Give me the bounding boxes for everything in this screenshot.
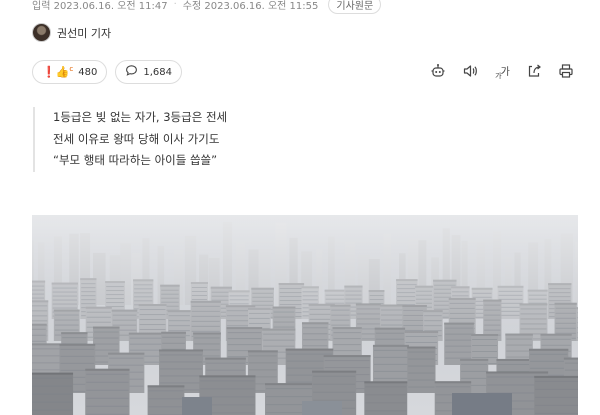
subtitle-line: 전세 이유로 왕따 당해 이사 가기도: [53, 131, 220, 146]
share-icon: [526, 63, 542, 82]
article-meta: 입력 2023.06.16. 오전 11:47 · 수정 2023.06.16.…: [32, 0, 382, 14]
speaker-icon: [462, 63, 478, 82]
comment-button[interactable]: 1,684: [115, 60, 182, 84]
audio-button[interactable]: [460, 62, 480, 82]
article-subtitle: 1등급은 빚 없는 자가, 3등급은 전세 전세 이유로 왕따 당해 이사 가기…: [33, 107, 227, 172]
published-date: 입력 2023.06.16. 오전 11:47: [32, 0, 168, 12]
font-size-button[interactable]: 가가: [492, 62, 512, 82]
reaction-emoji-icon: ❗👍c: [42, 65, 74, 79]
summary-robot-icon: [430, 63, 446, 82]
apartment-complex-photo: [32, 215, 578, 415]
original-article-button[interactable]: 기사원문: [328, 0, 382, 14]
summary-button[interactable]: [428, 62, 448, 82]
print-icon: [558, 63, 574, 82]
reporter-name[interactable]: 권선미 기자: [57, 25, 111, 41]
font-size-icon: 가가: [495, 67, 510, 80]
article-actions: ❗👍c 480 1,684 가가: [32, 60, 576, 84]
subtitle-line: 1등급은 빚 없는 자가, 3등급은 전세: [53, 110, 228, 124]
font-size-label: 가: [500, 67, 510, 78]
article-photo[interactable]: [32, 215, 578, 415]
reaction-button[interactable]: ❗👍c 480: [32, 60, 108, 84]
reaction-count: 480: [78, 66, 98, 78]
subtitle-line: “부모 행태 따라하는 아이들 씁쓸”: [53, 153, 218, 167]
comment-icon: [125, 64, 138, 80]
meta-separator: ·: [173, 0, 177, 10]
share-button[interactable]: [524, 62, 544, 82]
reporter-byline[interactable]: 권선미 기자: [32, 23, 111, 42]
modified-date: 수정 2023.06.16. 오전 11:55: [182, 0, 319, 12]
print-button[interactable]: [556, 62, 576, 82]
reporter-avatar[interactable]: [32, 23, 51, 42]
comment-count: 1,684: [143, 66, 172, 78]
